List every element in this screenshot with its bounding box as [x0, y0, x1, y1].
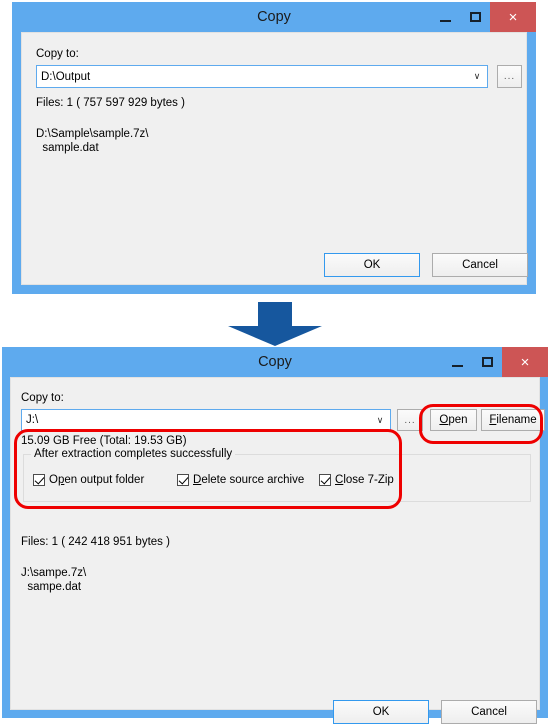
checkbox-close-7zip-label: Close 7-Zip: [335, 474, 394, 486]
window-controls-bottom: ×: [442, 347, 548, 377]
chevron-down-icon[interactable]: ∨: [467, 71, 487, 82]
browse-button-top[interactable]: ...: [497, 65, 522, 88]
minimize-button-bottom[interactable]: [442, 347, 472, 377]
checkbox-close-7zip[interactable]: Close 7-Zip: [319, 474, 394, 486]
checkbox-delete-source-archive-label: Delete source archive: [193, 474, 304, 486]
dialog-client-top: Copy to: D:\Output ∨ ... Files: 1 ( 757 …: [21, 32, 528, 285]
minimize-icon: [451, 364, 463, 367]
checkmark-icon[interactable]: [177, 474, 189, 486]
checkmark-icon[interactable]: [33, 474, 45, 486]
destination-path-input-top[interactable]: D:\Output: [41, 71, 467, 83]
filename-rest: ilename: [496, 414, 537, 426]
minimize-button-top[interactable]: [430, 2, 460, 32]
free-space-label: 15.09 GB Free (Total: 19.53 GB): [21, 435, 187, 447]
chk2-post: elete source archive: [201, 474, 305, 486]
cancel-button-bottom[interactable]: Cancel: [441, 700, 537, 724]
dialog-client-bottom: Copy to: J:\ ∨ ... Open Filename 15.09 G…: [10, 377, 545, 724]
chk1-post: en output folder: [64, 474, 145, 486]
filename-button[interactable]: Filename: [481, 409, 545, 431]
close-icon: ×: [520, 353, 530, 371]
file-listing-bottom: J:\sampe.7z\ sampe.dat: [21, 567, 87, 593]
file-listing-top: D:\Sample\sample.7z\ sample.dat: [36, 128, 149, 154]
checkbox-open-output-folder[interactable]: Open output folder: [33, 474, 144, 486]
checkbox-delete-source-archive[interactable]: Delete source archive: [177, 474, 304, 486]
files-summary-bottom: Files: 1 ( 242 418 951 bytes ): [21, 536, 170, 548]
checkmark-icon[interactable]: [319, 474, 331, 486]
after-extraction-group-title: After extraction completes successfully: [31, 448, 236, 460]
maximize-icon: [481, 357, 493, 367]
chk1-pre: O: [49, 474, 58, 486]
copy-to-label-top: Copy to:: [36, 48, 79, 60]
filename-button-label: Filename: [489, 414, 536, 426]
checkbox-open-output-folder-label: Open output folder: [49, 474, 144, 486]
ok-button-bottom[interactable]: OK: [333, 700, 429, 724]
destination-path-combo-bottom[interactable]: J:\ ∨: [21, 409, 391, 431]
titlebar-bottom[interactable]: Copy ×: [2, 347, 548, 377]
minimize-icon: [439, 19, 451, 22]
maximize-button-top[interactable]: [460, 2, 490, 32]
chk3-post: lose 7-Zip: [343, 474, 394, 486]
open-rest: pen: [448, 414, 468, 426]
close-button-bottom[interactable]: ×: [502, 347, 548, 377]
chevron-down-icon[interactable]: ∨: [370, 415, 390, 426]
open-button-label: Open: [439, 414, 467, 426]
maximize-icon: [469, 12, 481, 22]
copy-to-label-bottom: Copy to:: [21, 392, 64, 404]
browse-button-bottom[interactable]: ...: [397, 409, 423, 431]
destination-path-combo-top[interactable]: D:\Output ∨: [36, 65, 488, 88]
maximize-button-bottom[interactable]: [472, 347, 502, 377]
flow-arrow-down: [228, 302, 322, 346]
close-button-top[interactable]: ×: [490, 2, 536, 32]
copy-dialog-top: Copy × Copy to: D:\Output ∨ ... Files: 1…: [12, 2, 536, 294]
destination-path-input-bottom[interactable]: J:\: [26, 414, 370, 426]
titlebar-top[interactable]: Copy ×: [12, 2, 536, 32]
ok-button-top[interactable]: OK: [324, 253, 420, 277]
window-controls-top: ×: [430, 2, 536, 32]
open-button[interactable]: Open: [430, 409, 477, 431]
copy-dialog-bottom: Copy × Copy to: J:\ ∨ ... Open Filename …: [2, 347, 548, 724]
close-icon: ×: [508, 8, 518, 26]
files-summary-top: Files: 1 ( 757 597 929 bytes ): [36, 97, 185, 109]
cancel-button-top[interactable]: Cancel: [432, 253, 528, 277]
